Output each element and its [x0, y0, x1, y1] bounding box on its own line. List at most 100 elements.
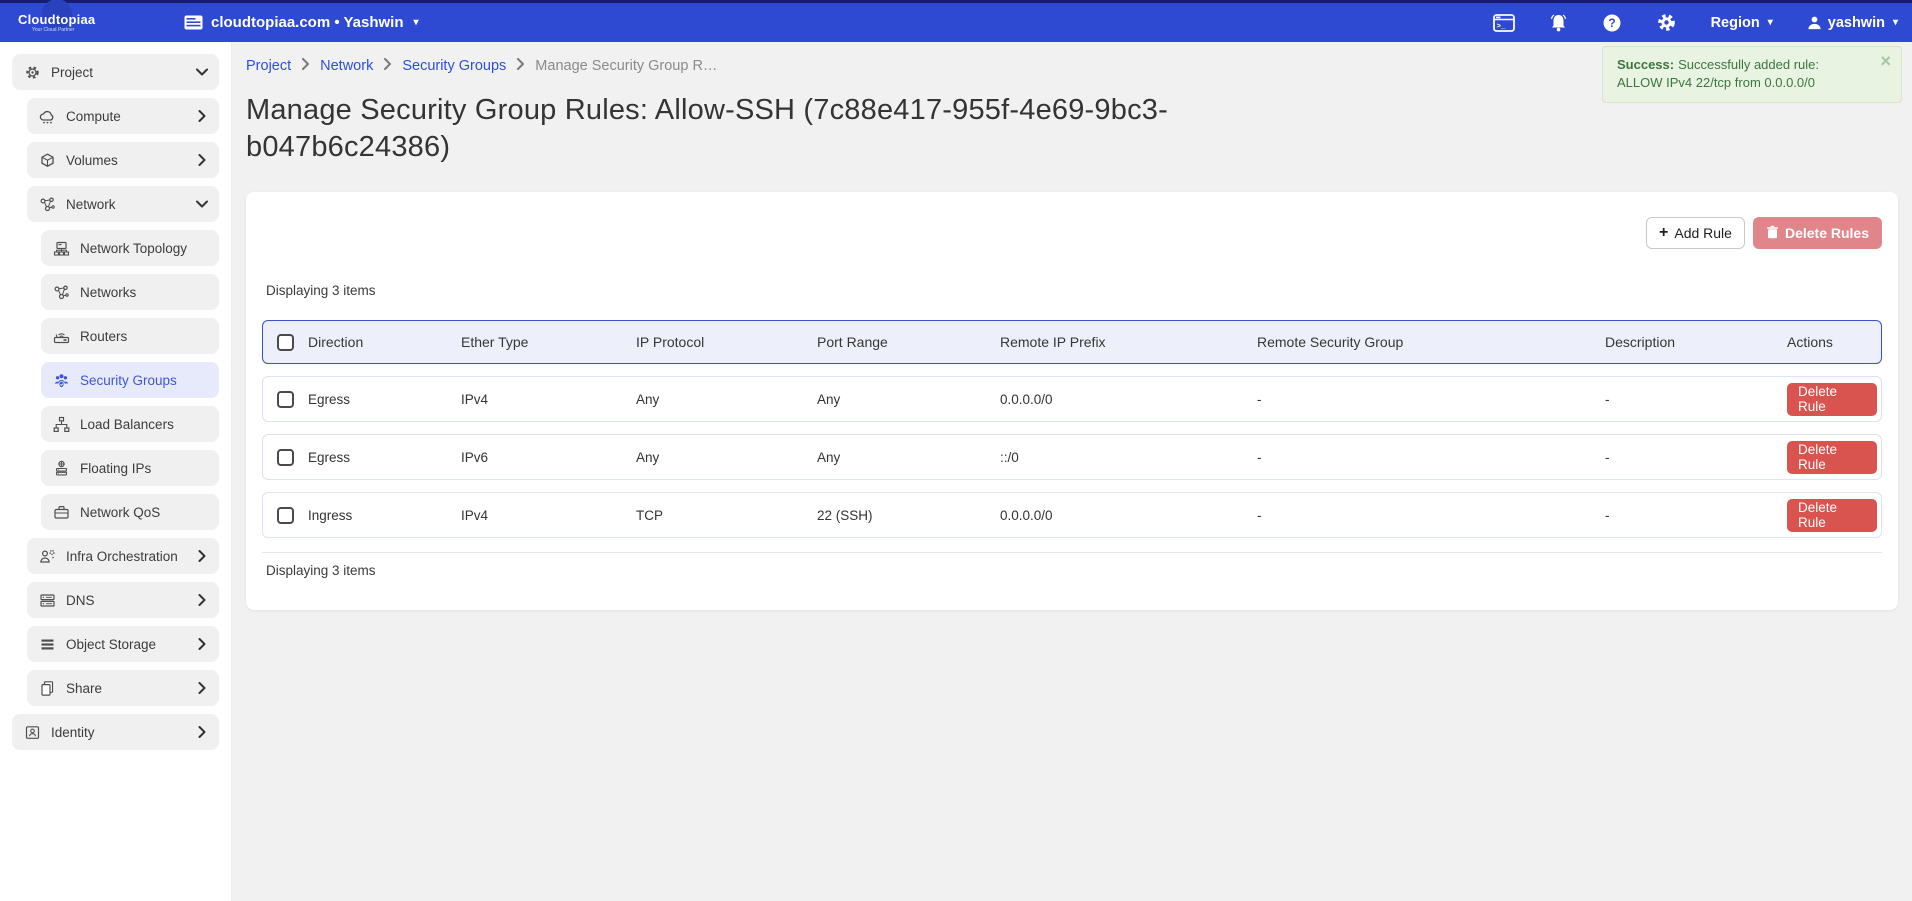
row-checkbox[interactable] [277, 507, 294, 524]
row-checkbox[interactable] [277, 391, 294, 408]
delete-rule-button[interactable]: Delete Rule [1787, 441, 1877, 474]
sidebar-item-project[interactable]: Project [12, 54, 219, 90]
window-list-icon [184, 15, 203, 30]
sidebar-item-label: Compute [66, 109, 187, 124]
sidebar-item-infra-orchestration[interactable]: Infra Orchestration [27, 538, 219, 574]
breadcrumb-current: Manage Security Group R… [535, 58, 717, 74]
bell-icon[interactable] [1549, 13, 1568, 33]
sidebar-item-label: Security Groups [80, 373, 207, 388]
sidebar-item-identity[interactable]: Identity [12, 714, 219, 750]
row-checkbox[interactable] [277, 449, 294, 466]
sidebar-item-object-storage[interactable]: Object Storage [27, 626, 219, 662]
breadcrumb-network[interactable]: Network [320, 58, 373, 74]
sidebar-item-network-topology[interactable]: Network Topology [41, 230, 219, 266]
breadcrumb-security-groups[interactable]: Security Groups [402, 58, 506, 74]
app-window: Cloudtopiaa Your Cloud Partner cloudtopi… [0, 0, 1912, 901]
select-all-checkbox[interactable] [277, 334, 294, 351]
region-menu[interactable]: Region ▾ [1711, 15, 1773, 31]
cell-ether-type: IPv4 [461, 392, 636, 407]
sidebar-item-routers[interactable]: Routers [41, 318, 219, 354]
column-header-direction: Direction [308, 334, 461, 350]
console-icon[interactable]: >_ [1493, 14, 1515, 32]
copy-pages-icon [39, 680, 56, 697]
column-header-port-range: Port Range [817, 334, 1000, 350]
sidebar-item-label: Share [66, 681, 187, 696]
gear-icon[interactable] [1656, 12, 1677, 33]
chevron-down-icon: ▾ [1768, 18, 1773, 28]
table-footer-divider [262, 552, 1882, 553]
chevron-down-icon: ▾ [1893, 18, 1898, 28]
sidebar-item-label: Network [66, 197, 187, 212]
column-header-ether-type: Ether Type [461, 334, 636, 350]
cloud-icon [39, 108, 56, 125]
top-navigation-bar: Cloudtopiaa Your Cloud Partner cloudtopi… [0, 3, 1912, 42]
cell-direction: Egress [308, 392, 461, 407]
network-nodes-icon [39, 196, 56, 213]
cell-ip-protocol: Any [636, 450, 817, 465]
table-header-row: Direction Ether Type IP Protocol Port Ra… [262, 320, 1882, 364]
sidebar-item-dns[interactable]: DNS [27, 582, 219, 618]
delete-rules-button[interactable]: Delete Rules [1753, 217, 1882, 249]
chevron-right-icon [516, 58, 525, 74]
network-nodes-icon [53, 284, 70, 301]
sidebar-item-label: Identity [51, 725, 187, 740]
sidebar-item-compute[interactable]: Compute [27, 98, 219, 134]
chevron-right-icon [383, 58, 392, 74]
sidebar-item-networks[interactable]: Networks [41, 274, 219, 310]
column-header-remote-security-group: Remote Security Group [1257, 334, 1605, 350]
sidebar-navigation: Project Compute Volumes Network Netw [0, 42, 232, 901]
floating-ip-icon [53, 460, 70, 477]
help-icon[interactable]: ? [1602, 13, 1622, 33]
cell-port-range: 22 (SSH) [817, 508, 1000, 523]
cell-ether-type: IPv4 [461, 508, 636, 523]
sidebar-item-security-groups[interactable]: Security Groups [41, 362, 219, 398]
sidebar-item-label: DNS [66, 593, 187, 608]
delete-rule-button[interactable]: Delete Rule [1787, 499, 1877, 532]
sidebar-item-volumes[interactable]: Volumes [27, 142, 219, 178]
chevron-down-icon [196, 199, 208, 209]
svg-text:?: ? [1608, 16, 1615, 30]
chevron-right-icon [197, 594, 207, 606]
chevron-right-icon [301, 58, 310, 74]
column-header-ip-protocol: IP Protocol [636, 334, 817, 350]
column-header-description: Description [1605, 334, 1787, 350]
sidebar-item-label: Floating IPs [80, 461, 207, 476]
main-content: Success:Successfully added rule: ALLOW I… [232, 42, 1912, 901]
brand-logo[interactable]: Cloudtopiaa Your Cloud Partner [18, 12, 168, 33]
cell-ip-protocol: TCP [636, 508, 817, 523]
column-header-remote-ip-prefix: Remote IP Prefix [1000, 334, 1257, 350]
user-menu[interactable]: yashwin ▾ [1807, 15, 1898, 31]
cell-remote-security-group: - [1257, 508, 1605, 523]
delete-rule-button[interactable]: Delete Rule [1787, 383, 1877, 416]
item-count-top: Displaying 3 items [266, 283, 1882, 298]
cell-remote-security-group: - [1257, 392, 1605, 407]
toast-message-line1: Successfully added rule: [1678, 57, 1819, 72]
region-label: Region [1711, 15, 1760, 31]
cell-port-range: Any [817, 450, 1000, 465]
sidebar-item-network[interactable]: Network [27, 186, 219, 222]
breadcrumb-project[interactable]: Project [246, 58, 291, 74]
cell-ip-protocol: Any [636, 392, 817, 407]
sidebar-item-label: Infra Orchestration [66, 549, 187, 564]
sidebar-item-floating-ips[interactable]: Floating IPs [41, 450, 219, 486]
close-icon[interactable]: × [1880, 54, 1891, 68]
load-balancer-icon [53, 416, 70, 433]
id-card-icon [24, 724, 41, 741]
stacked-bars-icon [39, 636, 56, 653]
add-rule-button[interactable]: + Add Rule [1646, 217, 1745, 249]
domain-project-switcher[interactable]: cloudtopiaa.com • Yashwin ▾ [184, 14, 419, 31]
page-title: Manage Security Group Rules: Allow-SSH (… [246, 92, 1306, 166]
sidebar-item-share[interactable]: Share [27, 670, 219, 706]
cell-ether-type: IPv6 [461, 450, 636, 465]
security-groups-icon [53, 372, 70, 389]
toast-message-line2: ALLOW IPv4 22/tcp from 0.0.0.0/0 [1617, 74, 1889, 92]
cell-port-range: Any [817, 392, 1000, 407]
success-toast: Success:Successfully added rule: ALLOW I… [1602, 46, 1902, 103]
cell-remote-ip-prefix: 0.0.0.0/0 [1000, 508, 1257, 523]
chevron-down-icon: ▾ [414, 18, 419, 28]
cell-direction: Ingress [308, 508, 461, 523]
sidebar-item-network-qos[interactable]: Network QoS [41, 494, 219, 530]
sidebar-item-load-balancers[interactable]: Load Balancers [41, 406, 219, 442]
person-gear-icon [39, 548, 56, 565]
sidebar-item-label: Load Balancers [80, 417, 207, 432]
